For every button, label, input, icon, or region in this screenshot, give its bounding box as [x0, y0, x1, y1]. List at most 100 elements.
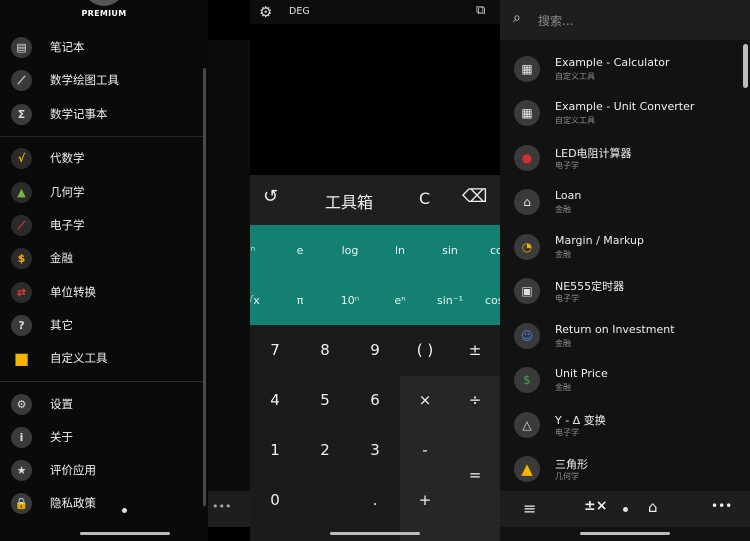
triangle-icon: ▲ — [514, 456, 540, 482]
key-0[interactable]: 0 — [250, 491, 300, 509]
toolbox-button[interactable]: 工具箱 — [325, 189, 373, 213]
drawer-item-electronics[interactable]: ⟋ 电子学 — [0, 210, 205, 240]
calculator-panel: ⚙ DEG ⧉ ↺ 工具箱 C ⌫ ⁿ e log ln sin co √x π… — [250, 0, 500, 541]
key-multiply[interactable]: × — [400, 391, 450, 409]
drawer-item-graph-tool[interactable]: ⟋ 数学绘图工具 — [0, 65, 205, 95]
calculator-header: ⚙ DEG ⧉ — [250, 0, 500, 25]
info-icon: i — [11, 427, 32, 448]
list-item[interactable]: ▦ Example - Calculator 自定义工具 — [500, 46, 742, 90]
drawer-scrollbar[interactable] — [203, 68, 206, 506]
sci-key-ln[interactable]: ln — [375, 244, 425, 257]
drawer-item-notebook[interactable]: ▤ 笔记本 — [0, 32, 205, 62]
display-area — [250, 24, 500, 175]
drawer-item-math-notepad[interactable]: Σ 数学记事本 — [0, 99, 205, 129]
sci-key-e[interactable]: e — [275, 244, 325, 257]
sci-key-sin[interactable]: sin — [425, 244, 475, 257]
key-5[interactable]: 5 — [300, 391, 350, 409]
drawer-item-about[interactable]: i 关于 — [0, 422, 205, 452]
folder-icon: ■ — [13, 349, 30, 368]
menu-icon[interactable]: ≡ — [523, 499, 536, 518]
drawer-item-custom-tools[interactable]: ■ 自定义工具 — [0, 343, 205, 373]
key-equals[interactable]: = — [450, 466, 500, 484]
key-4[interactable]: 4 — [250, 391, 300, 409]
sci-key-cos[interactable]: cos — [475, 294, 500, 307]
key-parentheses[interactable]: ( ) — [400, 341, 450, 359]
hidden-content — [208, 40, 250, 500]
angle-mode-label[interactable]: DEG — [289, 6, 310, 17]
chip-icon: ▣ — [514, 278, 540, 304]
gesture-bar[interactable] — [330, 532, 420, 535]
key-3[interactable]: 3 — [350, 441, 400, 459]
calculator-toolbar: ↺ 工具箱 C ⌫ — [250, 175, 500, 225]
drawer-item-geometry[interactable]: ▲ 几何学 — [0, 177, 205, 207]
more-icon[interactable]: ••• — [711, 499, 732, 513]
scientific-keypad: ⁿ e log ln sin co √x π 10ⁿ eⁿ sin⁻¹ cos — [250, 225, 500, 325]
sci-key-cos-partial[interactable]: co — [475, 244, 500, 257]
sci-key[interactable]: ⁿ — [250, 244, 278, 257]
key-8[interactable]: 8 — [300, 341, 350, 359]
sci-key-asin[interactable]: sin⁻¹ — [425, 294, 475, 307]
sci-key-pow10[interactable]: 10ⁿ — [325, 294, 375, 307]
sci-key-sqrt[interactable]: √x — [250, 294, 278, 307]
list-item[interactable]: △ Y - Δ 变换 电子学 — [500, 402, 742, 446]
list-item[interactable]: ▣ NE555定时器 电子学 — [500, 268, 742, 312]
gesture-bar[interactable] — [580, 532, 670, 535]
home-icon[interactable]: ⌂ — [648, 498, 658, 516]
divider — [0, 136, 205, 137]
calculator-tools-icon[interactable]: ±× — [584, 498, 607, 514]
search-bar[interactable]: ⌕ 搜索... — [500, 0, 750, 40]
key-decimal[interactable]: . — [350, 491, 400, 509]
drawer-item-rate-app[interactable]: ★ 评价应用 — [0, 455, 205, 485]
key-1[interactable]: 1 — [250, 441, 300, 459]
swap-icon: ⇄ — [11, 282, 32, 303]
list-item[interactable]: $ Unit Price 金融 — [500, 357, 742, 401]
bottom-navigation: ≡ ±× ⌂ ••• — [500, 491, 750, 527]
numeric-keypad: 7 8 9 ( ) ± 4 5 6 × ÷ 1 2 3 - 0 . + = — [250, 325, 500, 541]
key-9[interactable]: 9 — [350, 341, 400, 359]
calculator-icon: ▦ — [514, 100, 540, 126]
clear-button[interactable]: C — [419, 189, 430, 208]
sqrt-icon: √ — [11, 148, 32, 169]
gesture-bar[interactable] — [80, 532, 170, 535]
key-6[interactable]: 6 — [350, 391, 400, 409]
sci-key-exp[interactable]: eⁿ — [375, 294, 425, 307]
key-divide[interactable]: ÷ — [450, 391, 500, 409]
pie-chart-icon: ◔ — [514, 234, 540, 260]
history-icon[interactable]: ↺ — [263, 186, 278, 207]
more-dots: ••• — [212, 500, 232, 513]
star-icon: ★ — [11, 460, 32, 481]
list-scrollbar[interactable] — [743, 44, 748, 88]
drawer-item-privacy[interactable]: 🔒 隐私政策 — [0, 488, 205, 518]
key-plus[interactable]: + — [400, 491, 450, 509]
key-plus-minus[interactable]: ± — [450, 341, 500, 359]
key-2[interactable]: 2 — [300, 441, 350, 459]
divider — [0, 381, 205, 382]
sci-key-log[interactable]: log — [325, 244, 375, 257]
backspace-icon[interactable]: ⌫ — [462, 186, 487, 207]
list-item[interactable]: ▲ 三角形 几何学 — [500, 446, 742, 490]
list-item[interactable]: ☺ Return on Investment 金融 — [500, 313, 742, 357]
lock-icon: 🔒 — [11, 493, 32, 514]
list-item[interactable]: ▦ Example - Unit Converter 自定义工具 — [500, 90, 742, 134]
money-bag-icon: $ — [11, 248, 32, 269]
navigation-drawer: PREMIUM ▤ 笔记本 ⟋ 数学绘图工具 Σ 数学记事本 √ 代数学 ▲ 几… — [0, 0, 208, 541]
search-input[interactable]: 搜索... — [538, 12, 573, 29]
key-minus[interactable]: - — [400, 441, 450, 459]
premium-label: PREMIUM — [81, 9, 127, 18]
key-7[interactable]: 7 — [250, 341, 300, 359]
drawer-item-finance[interactable]: $ 金融 — [0, 243, 205, 273]
settings-gear-icon[interactable]: ⚙ — [259, 3, 272, 21]
drawer-item-algebra[interactable]: √ 代数学 — [0, 143, 205, 173]
drawer-item-unit-conversion[interactable]: ⇄ 单位转换 — [0, 277, 205, 307]
list-item[interactable]: ● LED电阻计算器 电子学 — [500, 135, 742, 179]
dot-indicator — [122, 508, 127, 513]
drawer-item-settings[interactable]: ⚙ 设置 — [0, 389, 205, 419]
list-item[interactable]: ◔ Margin / Markup 金融 — [500, 224, 742, 268]
drawer-item-other[interactable]: ? 其它 — [0, 310, 205, 340]
chart-line-icon: ⟋ — [11, 70, 32, 91]
copy-icon[interactable]: ⧉ — [476, 3, 485, 18]
list-item[interactable]: ⌂ Loan 金融 — [500, 179, 742, 223]
investor-icon: ☺ — [514, 323, 540, 349]
sci-key-pi[interactable]: π — [275, 294, 325, 307]
document-icon: ▤ — [11, 37, 32, 58]
